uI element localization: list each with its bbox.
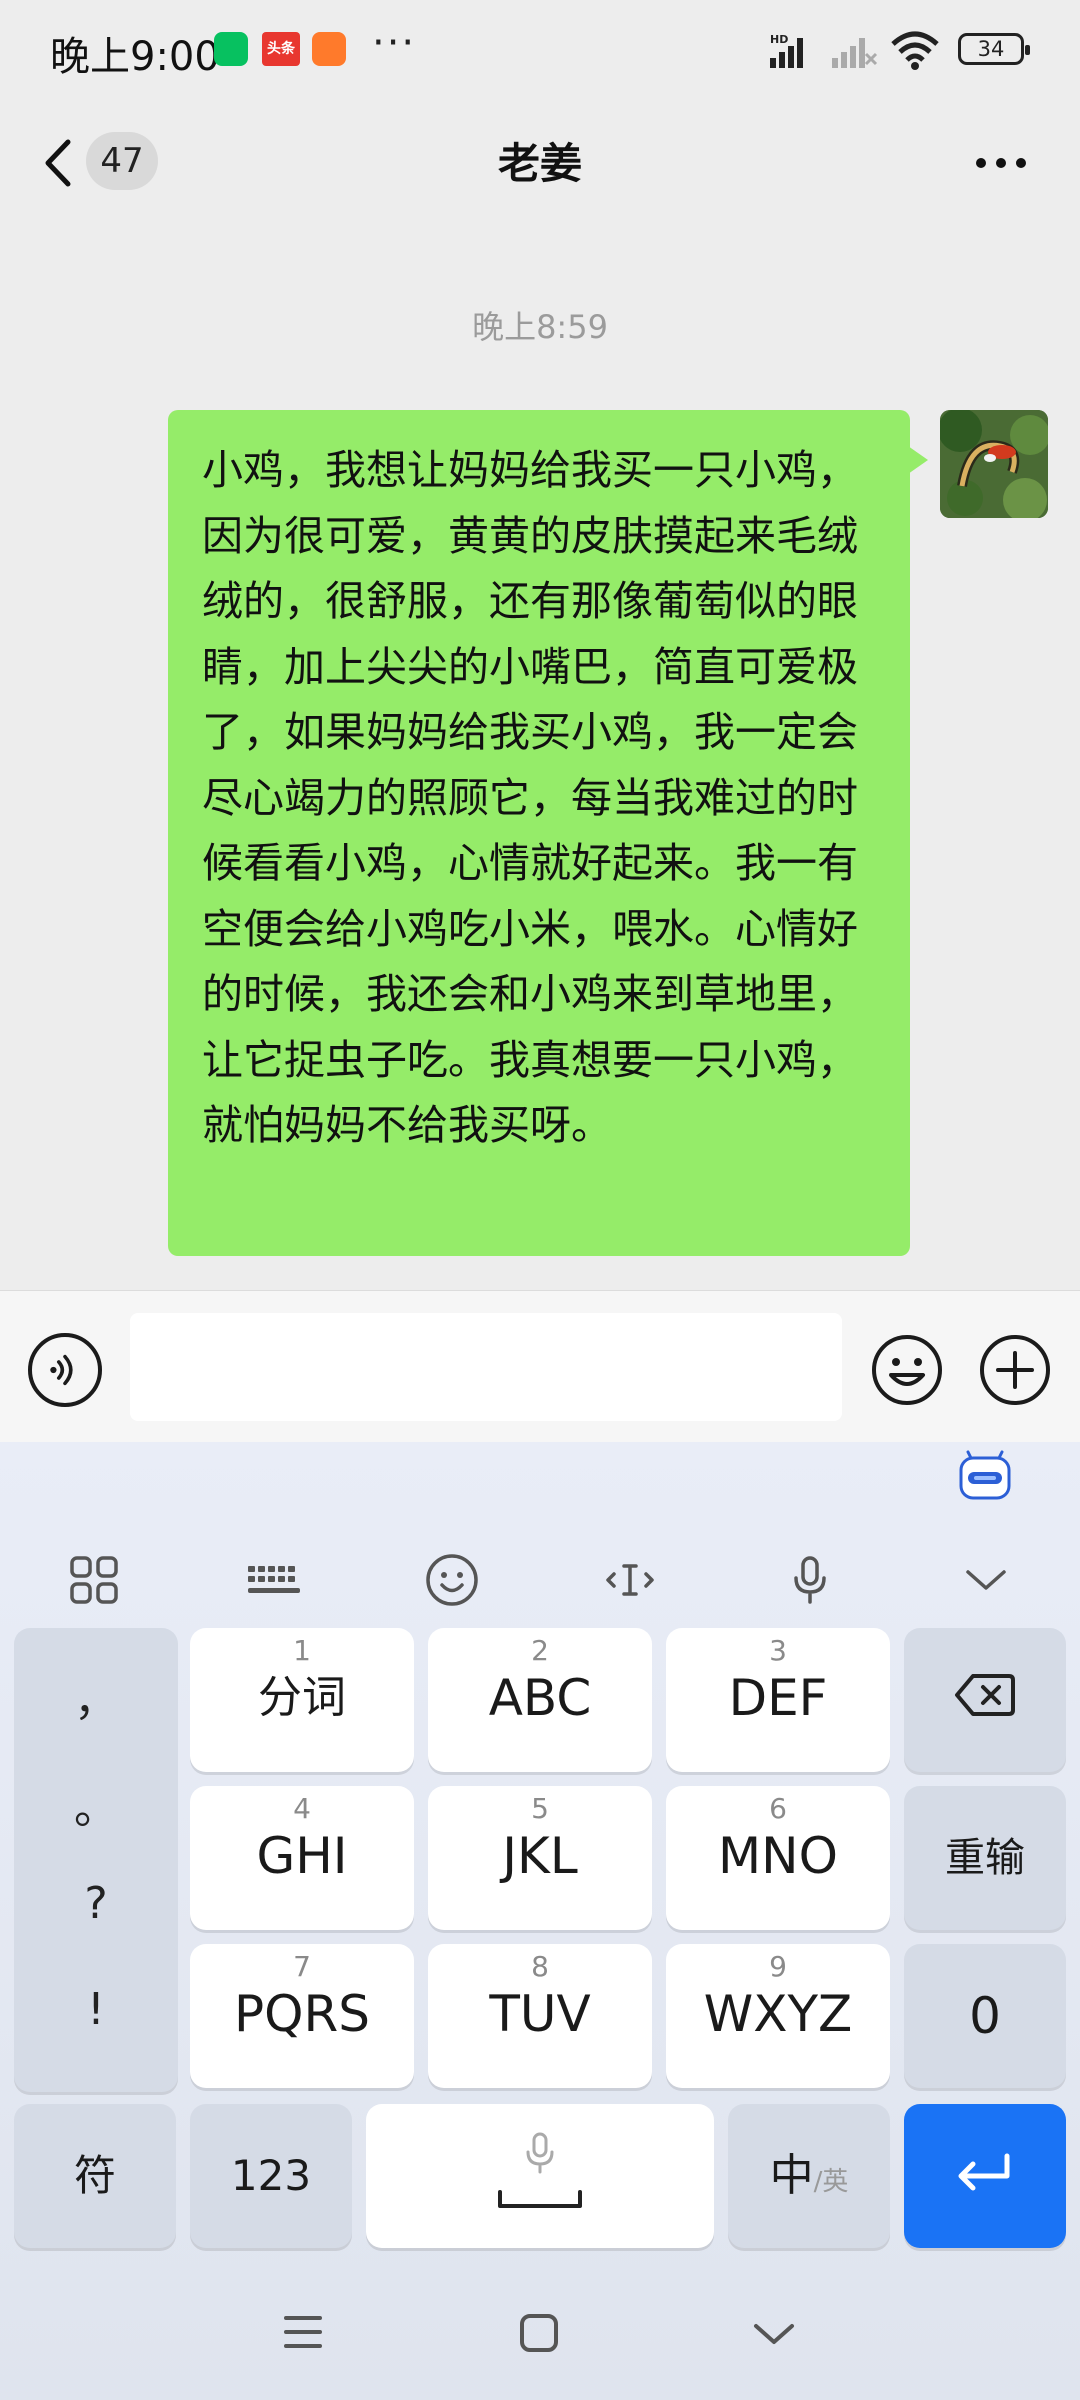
message-text: 小鸡，我想让妈妈给我买一只小鸡，因为很可爱，黄黄的皮肤摸起来毛绒绒的，很舒服，还… (202, 446, 858, 1149)
space-mic-icon (526, 2132, 554, 2174)
key-4[interactable]: 4 GHI (190, 1786, 414, 1930)
key-6[interactable]: 6 MNO (666, 1786, 890, 1930)
back-nav-icon[interactable] (752, 2320, 796, 2348)
punct-period[interactable]: 。 (14, 1772, 178, 1836)
key-3[interactable]: 3 DEF (666, 1628, 890, 1772)
backspace-button[interactable] (904, 1628, 1066, 1772)
key-2[interactable]: 2 ABC (428, 1628, 652, 1772)
signal-icon: HD (770, 33, 878, 68)
keyboard: ， 。 ? ! 1 分词 2 ABC 3 DEF 4 GHI 5 JKL 6 M… (0, 1442, 1080, 2400)
chat-area[interactable]: 晚上8:59 小鸡，我想让妈妈给我买一只小鸡，因为很可爱，黄黄的皮肤摸起来毛绒绒… (0, 226, 1080, 1290)
svg-text:HD: HD (770, 33, 788, 46)
status-bar: 晚上9:00 头条 ··· HD 34 (0, 0, 1080, 100)
microphone-icon[interactable] (780, 1550, 840, 1610)
key-5[interactable]: 5 JKL (428, 1786, 652, 1930)
keyboard-layout-icon[interactable] (244, 1550, 304, 1610)
message-timestamp: 晚上8:59 (472, 308, 608, 346)
more-options-icon[interactable] (976, 158, 1026, 168)
key-8[interactable]: 8 TUV (428, 1944, 652, 2088)
number-mode-button[interactable]: 123 (190, 2104, 352, 2248)
language-toggle-button[interactable]: 中/英 (728, 2104, 890, 2248)
plus-icon[interactable] (978, 1333, 1052, 1407)
chat-title: 老姜 (497, 139, 582, 188)
status-time: 晚上9:00 (50, 34, 220, 80)
toutiao-notification-icon: 头条 (262, 32, 300, 66)
message-input[interactable] (130, 1313, 842, 1421)
key-9[interactable]: 9 WXYZ (666, 1944, 890, 2088)
voice-input-icon[interactable] (28, 1333, 102, 1407)
home-icon[interactable] (518, 2312, 560, 2354)
keyboard-mascot-icon[interactable] (958, 1450, 1012, 1502)
app-grid-icon[interactable] (64, 1550, 124, 1610)
punct-comma[interactable]: ， (14, 1664, 178, 1728)
wechat-notification-icon (214, 32, 248, 66)
reinput-button[interactable]: 重输 (904, 1786, 1066, 1930)
more-notifications-icon: ··· (372, 20, 417, 66)
shopping-notification-icon (312, 32, 346, 66)
system-nav-bar (0, 2262, 1080, 2400)
enter-icon (958, 2153, 1010, 2191)
punct-exclamation[interactable]: ! (14, 1984, 178, 2035)
cursor-edit-icon[interactable] (600, 1550, 660, 1610)
keyboard-toolbar (0, 1508, 1080, 1648)
emoji-keyboard-icon[interactable] (422, 1550, 482, 1610)
collapse-keyboard-icon[interactable] (956, 1550, 1016, 1610)
key-1[interactable]: 1 分词 (190, 1628, 414, 1772)
space-bar-icon (498, 2190, 582, 2208)
key-0[interactable]: 0 (904, 1944, 1066, 2088)
punctuation-column[interactable]: ， 。 ? ! (14, 1628, 178, 2092)
space-button[interactable] (366, 2104, 714, 2248)
symbols-button[interactable]: 符 (14, 2104, 176, 2248)
chat-header: 47 老姜 (0, 100, 1080, 226)
battery-icon: 34 (958, 33, 1030, 65)
backspace-icon (955, 1674, 1015, 1716)
avatar[interactable] (940, 410, 1048, 518)
menu-icon[interactable] (282, 2312, 324, 2352)
input-bar (0, 1290, 1080, 1442)
emoji-icon[interactable] (870, 1333, 944, 1407)
wifi-icon (891, 31, 939, 70)
key-7[interactable]: 7 PQRS (190, 1944, 414, 2088)
enter-button[interactable] (904, 2104, 1066, 2248)
message-bubble[interactable]: 小鸡，我想让妈妈给我买一只小鸡，因为很可爱，黄黄的皮肤摸起来毛绒绒的，很舒服，还… (168, 410, 928, 1256)
punct-question[interactable]: ? (14, 1878, 178, 1929)
